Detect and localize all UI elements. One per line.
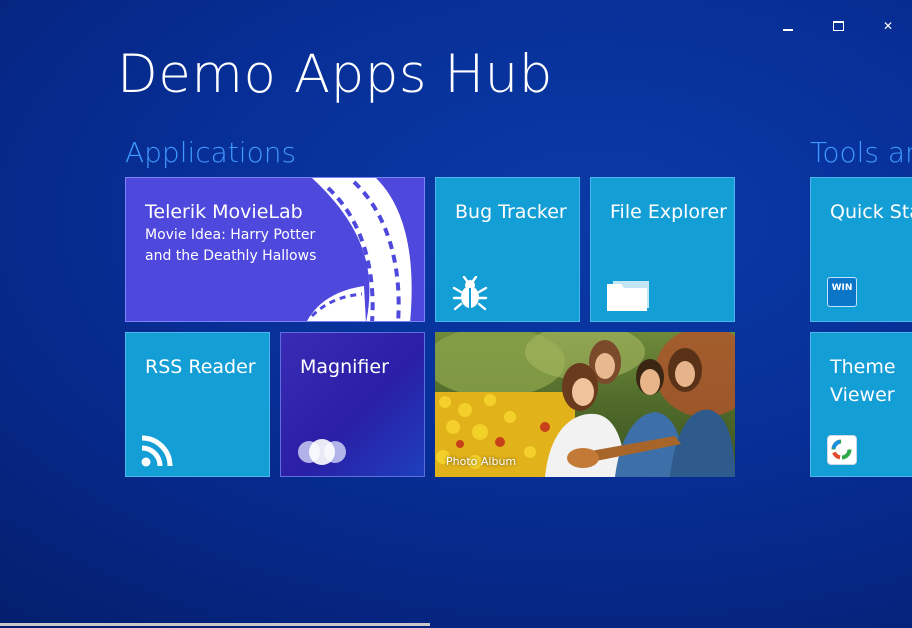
tile-magnifier[interactable]: Magnifier [280,332,425,477]
tile-bug-tracker[interactable]: Bug Tracker [435,177,580,322]
tile-file-explorer[interactable]: File Explorer [590,177,735,322]
tile-label: Telerik MovieLab [145,201,303,223]
horizontal-scrollbar[interactable] [0,623,430,626]
hub-title: Demo Apps Hub [117,44,553,105]
tile-label: Magnifier [300,356,389,378]
group-title-applications: Applications [125,136,297,169]
tile-label: Theme Viewer [830,356,896,406]
tile-label: Bug Tracker [455,201,567,223]
group-title-tools: Tools an [810,136,912,169]
rss-icon [141,435,173,467]
theme-palette-icon [827,435,857,465]
win-badge-icon: WIN [827,277,857,307]
tile-rss-reader[interactable]: RSS Reader [125,332,270,477]
minimize-button[interactable] [776,14,800,38]
tile-label: RSS Reader [145,356,256,378]
tile-theme-viewer[interactable]: Theme Viewer [810,332,912,477]
tile-photo-album[interactable]: Photo Album [435,332,735,477]
photo-album-label: Photo Album [446,455,517,468]
maximize-button[interactable] [826,14,850,38]
tile-label: File Explorer [610,201,727,223]
maximize-icon [832,21,844,31]
tile-movielab[interactable]: Telerik MovieLab Movie Idea: Harry Potte… [125,177,425,322]
close-icon: ✕ [882,19,894,33]
bug-icon [452,276,488,311]
tile-quick-start[interactable]: Quick Sta WIN [810,177,912,322]
tile-subtitle: Movie Idea: Harry Potter and the Deathly… [145,227,317,264]
minimize-icon [783,29,793,31]
magnifier-circles-icon [298,439,346,465]
tile-label: Quick Sta [830,201,912,223]
folder-icon [607,281,649,311]
close-button[interactable]: ✕ [876,14,900,38]
